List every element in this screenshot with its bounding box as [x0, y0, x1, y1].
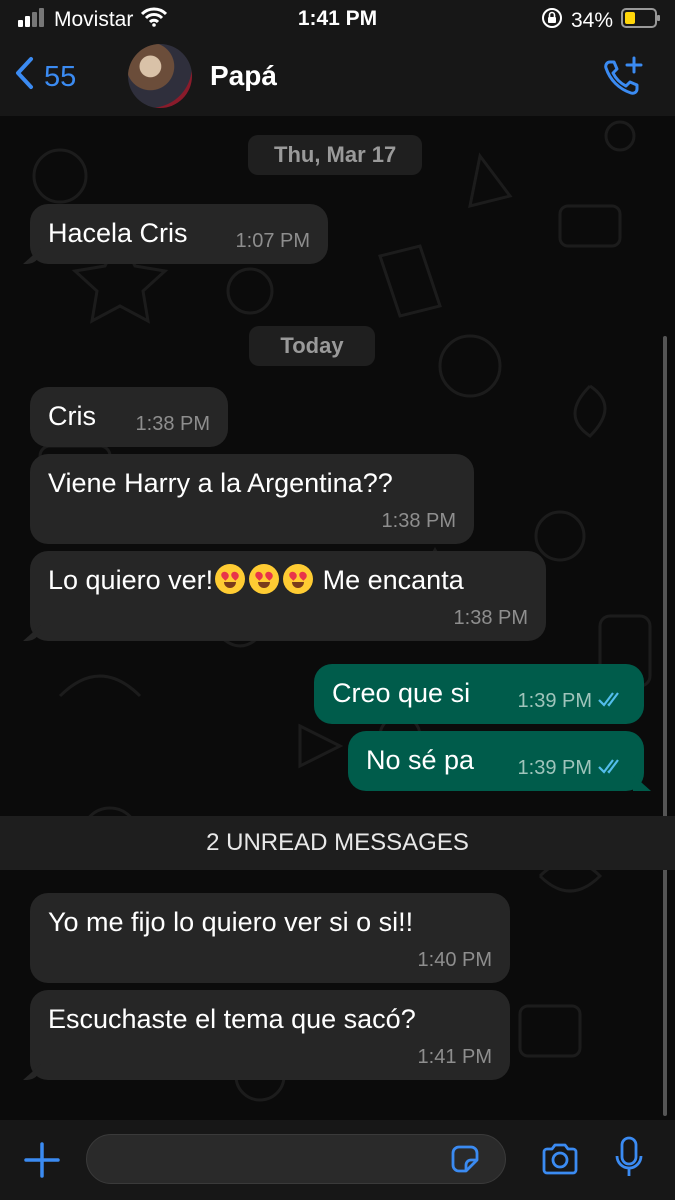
camera-button[interactable]	[540, 1142, 580, 1181]
message-text: Me encanta	[322, 565, 464, 595]
message-text: Lo quiero ver!	[48, 565, 214, 595]
attach-button[interactable]	[22, 1140, 62, 1185]
message-text: No sé pa	[366, 745, 475, 775]
message-bubble-incoming[interactable]: Escuchaste el tema que sacó? 1:41 PM	[23, 990, 510, 1080]
message-bubble-incoming[interactable]: Lo quiero ver! Me encanta 1:38 PM	[23, 551, 546, 641]
battery-percent: 34%	[570, 9, 613, 32]
camera-icon	[540, 1143, 580, 1180]
input-bar	[0, 1120, 675, 1200]
message-time: 1:38 PM	[135, 413, 210, 435]
add-call-button[interactable]	[601, 54, 645, 103]
back-button[interactable]: 55	[14, 56, 76, 98]
unread-messages-banner: 2 UNREAD MESSAGES	[0, 816, 675, 870]
message-input[interactable]	[86, 1134, 506, 1184]
chat-header: 55 Papá	[0, 40, 675, 116]
contact-avatar[interactable]	[128, 44, 192, 108]
message-time: 1:40 PM	[417, 949, 492, 971]
message-bubble-outgoing[interactable]: No sé pa 1:39 PM	[348, 731, 651, 791]
message-text: Cris	[48, 401, 96, 431]
battery-icon	[621, 8, 661, 34]
message-time: 1:38 PM	[381, 510, 456, 532]
sticker-icon	[450, 1145, 480, 1178]
heart-eyes-emoji	[249, 564, 280, 594]
message-bubble-outgoing[interactable]: Creo que si 1:39 PM	[314, 664, 644, 724]
contact-name[interactable]: Papá	[210, 60, 277, 92]
double-check-icon	[598, 757, 626, 779]
heart-eyes-emoji	[283, 564, 314, 594]
message-bubble-incoming[interactable]: Viene Harry a la Argentina?? 1:38 PM	[30, 454, 474, 544]
message-text-row: Lo quiero ver! Me encanta	[48, 563, 464, 597]
unread-chats-count: 55	[44, 60, 77, 93]
message-meta: 1:39 PM	[518, 690, 626, 712]
microphone-icon	[614, 1136, 644, 1184]
message-text: Escuchaste el tema que sacó?	[48, 1004, 416, 1034]
message-time: 1:39 PM	[517, 690, 592, 712]
plus-icon	[22, 1142, 62, 1184]
message-text: Yo me fijo lo quiero ver si o si!!	[48, 907, 414, 937]
message-text: Viene Harry a la Argentina??	[48, 468, 393, 498]
chevron-left-icon	[14, 56, 34, 98]
message-time: 1:38 PM	[453, 607, 528, 629]
date-separator: Today	[249, 326, 375, 366]
heart-eyes-emoji	[215, 564, 246, 594]
scrollbar[interactable]	[663, 336, 667, 1116]
message-time: 1:39 PM	[517, 757, 592, 779]
message-list[interactable]: Thu, Mar 17 Hacela Cris 1:07 PM Today Cr…	[0, 116, 675, 1120]
add-call-icon	[601, 56, 645, 102]
message-bubble-incoming[interactable]: Cris 1:38 PM	[30, 387, 228, 447]
status-bar: Movistar 1:41 PM 34%	[0, 0, 675, 40]
message-bubble-incoming[interactable]: Hacela Cris 1:07 PM	[23, 204, 328, 264]
message-bubble-incoming[interactable]: Yo me fijo lo quiero ver si o si!! 1:40 …	[30, 893, 510, 983]
date-separator: Thu, Mar 17	[248, 135, 423, 175]
message-meta: 1:39 PM	[518, 757, 626, 779]
message-time: 1:41 PM	[417, 1046, 492, 1068]
double-check-icon	[598, 690, 626, 712]
voice-message-button[interactable]	[614, 1136, 644, 1185]
sticker-button[interactable]	[450, 1144, 480, 1179]
message-time: 1:07 PM	[235, 230, 310, 252]
message-text: Creo que si	[332, 678, 471, 708]
rotation-lock-icon	[541, 7, 563, 35]
message-text: Hacela Cris	[48, 218, 188, 248]
